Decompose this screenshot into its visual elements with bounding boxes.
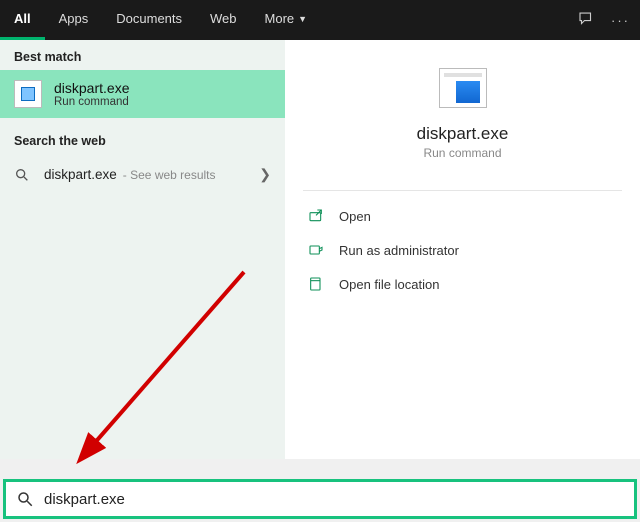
- best-match-subtitle: Run command: [54, 96, 129, 108]
- best-match-title: diskpart.exe: [54, 80, 129, 96]
- tab-documents[interactable]: Documents: [102, 0, 196, 40]
- tab-more-label: More: [265, 11, 295, 26]
- web-header: Search the web: [0, 118, 285, 154]
- best-match-result[interactable]: diskpart.exe Run command: [0, 70, 285, 118]
- action-admin-label: Run as administrator: [339, 243, 459, 258]
- web-query: diskpart.exe: [44, 167, 117, 182]
- action-open-label: Open: [339, 209, 371, 224]
- best-match-header: Best match: [0, 40, 285, 70]
- preview-pane: diskpart.exe Run command Open Run as adm…: [285, 40, 640, 459]
- tab-apps[interactable]: Apps: [45, 0, 103, 40]
- results-pane: Best match diskpart.exe Run command Sear…: [0, 40, 285, 459]
- open-icon: [307, 207, 325, 225]
- tab-more[interactable]: More ▼: [251, 0, 322, 40]
- filter-tabs: All Apps Documents Web More ▼: [0, 0, 321, 40]
- action-open[interactable]: Open: [303, 199, 622, 233]
- action-location-label: Open file location: [339, 277, 439, 292]
- search-icon: [16, 490, 34, 508]
- search-bar[interactable]: [3, 479, 637, 519]
- search-input[interactable]: [44, 491, 624, 508]
- feedback-icon[interactable]: [577, 10, 595, 31]
- chevron-right-icon: ❯: [259, 166, 271, 183]
- action-run-admin[interactable]: Run as administrator: [303, 233, 622, 267]
- preview-subtitle: Run command: [305, 146, 620, 160]
- preview-app-icon: [439, 68, 487, 108]
- top-bar: All Apps Documents Web More ▼ ···: [0, 0, 640, 40]
- run-command-icon: [14, 80, 42, 108]
- web-search-result[interactable]: diskpart.exe - See web results ❯: [0, 154, 285, 195]
- search-icon: [14, 167, 32, 183]
- preview-title: diskpart.exe: [305, 124, 620, 144]
- action-open-location[interactable]: Open file location: [303, 267, 622, 301]
- admin-shield-icon: [307, 241, 325, 259]
- web-hint: - See web results: [123, 168, 216, 182]
- chevron-down-icon: ▼: [298, 14, 307, 24]
- folder-icon: [307, 275, 325, 293]
- tab-web[interactable]: Web: [196, 0, 251, 40]
- more-options-icon[interactable]: ···: [611, 13, 630, 28]
- tab-all[interactable]: All: [0, 0, 45, 40]
